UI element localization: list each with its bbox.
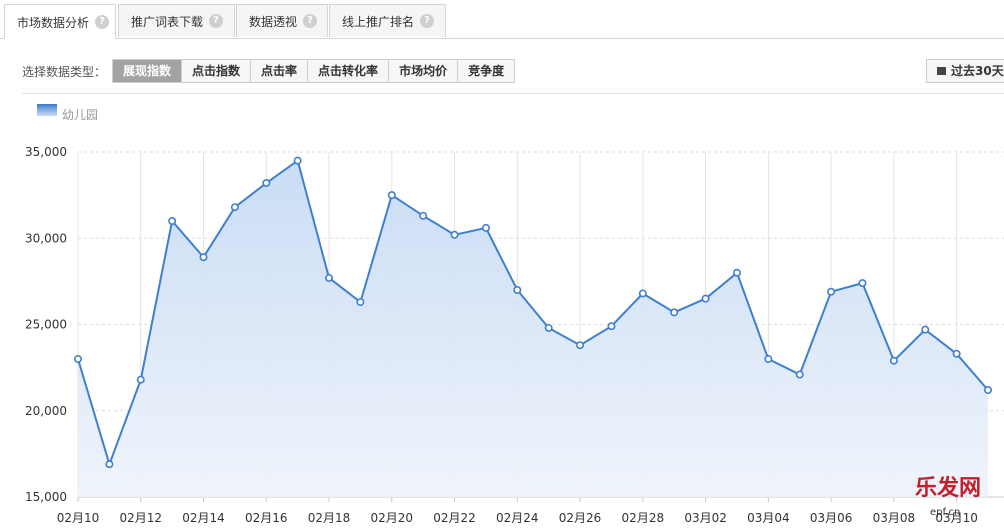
data-point	[325, 273, 334, 282]
data-point	[74, 354, 83, 363]
data-point	[576, 341, 585, 350]
trend-chart: 15,000 20,000 25,000 30,000 35,000 02月10 02月1…	[25, 145, 1004, 525]
x-tick-label: 02月16	[245, 511, 288, 525]
y-tick-label: 35,000	[25, 145, 67, 159]
y-tick-label: 25,000	[25, 318, 67, 332]
data-point	[293, 156, 302, 165]
x-tick-label: 03月06	[810, 511, 853, 525]
y-tick-label: 20,000	[25, 404, 67, 418]
data-point	[670, 308, 679, 317]
data-point	[764, 354, 773, 363]
data-point	[889, 356, 898, 365]
x-tick-label: 02月12	[119, 511, 162, 525]
x-tick-label: 03月08	[873, 511, 916, 525]
y-tick-label: 30,000	[25, 231, 67, 245]
area-fill	[78, 160, 988, 497]
data-point	[983, 386, 992, 395]
data-point	[952, 349, 961, 358]
x-tick-label: 02月22	[433, 511, 476, 525]
data-point	[168, 217, 177, 226]
x-tick-label: 03月04	[747, 511, 790, 525]
watermark-logo: 乐发网	[915, 475, 982, 501]
data-point	[921, 325, 930, 334]
y-tick-label: 15,000	[25, 490, 67, 504]
data-point	[450, 230, 459, 239]
data-point	[638, 289, 647, 298]
x-tick-label: 02月28	[622, 511, 665, 525]
data-point	[858, 279, 867, 288]
data-point	[387, 191, 396, 200]
watermark-url: epf.cn	[930, 507, 961, 518]
data-point	[199, 253, 208, 262]
x-tick-label: 02月10	[57, 511, 100, 525]
x-tick-label: 02月20	[371, 511, 414, 525]
data-point	[105, 460, 114, 469]
data-point	[481, 223, 490, 232]
data-point	[419, 211, 428, 220]
x-tick-label: 02月14	[182, 511, 225, 525]
data-point	[230, 203, 239, 212]
data-point	[356, 298, 365, 307]
data-point	[732, 268, 741, 277]
x-tick-label: 02月18	[308, 511, 351, 525]
x-tick-label: 02月24	[496, 511, 539, 525]
data-point	[136, 375, 145, 384]
data-point	[262, 179, 271, 188]
data-point	[827, 287, 836, 296]
data-point	[795, 370, 804, 379]
data-point	[607, 322, 616, 331]
data-point	[701, 294, 710, 303]
x-tick-label: 02月26	[559, 511, 602, 525]
x-tick-label: 03月02	[684, 511, 727, 525]
data-point	[544, 323, 553, 332]
data-point	[513, 285, 522, 294]
